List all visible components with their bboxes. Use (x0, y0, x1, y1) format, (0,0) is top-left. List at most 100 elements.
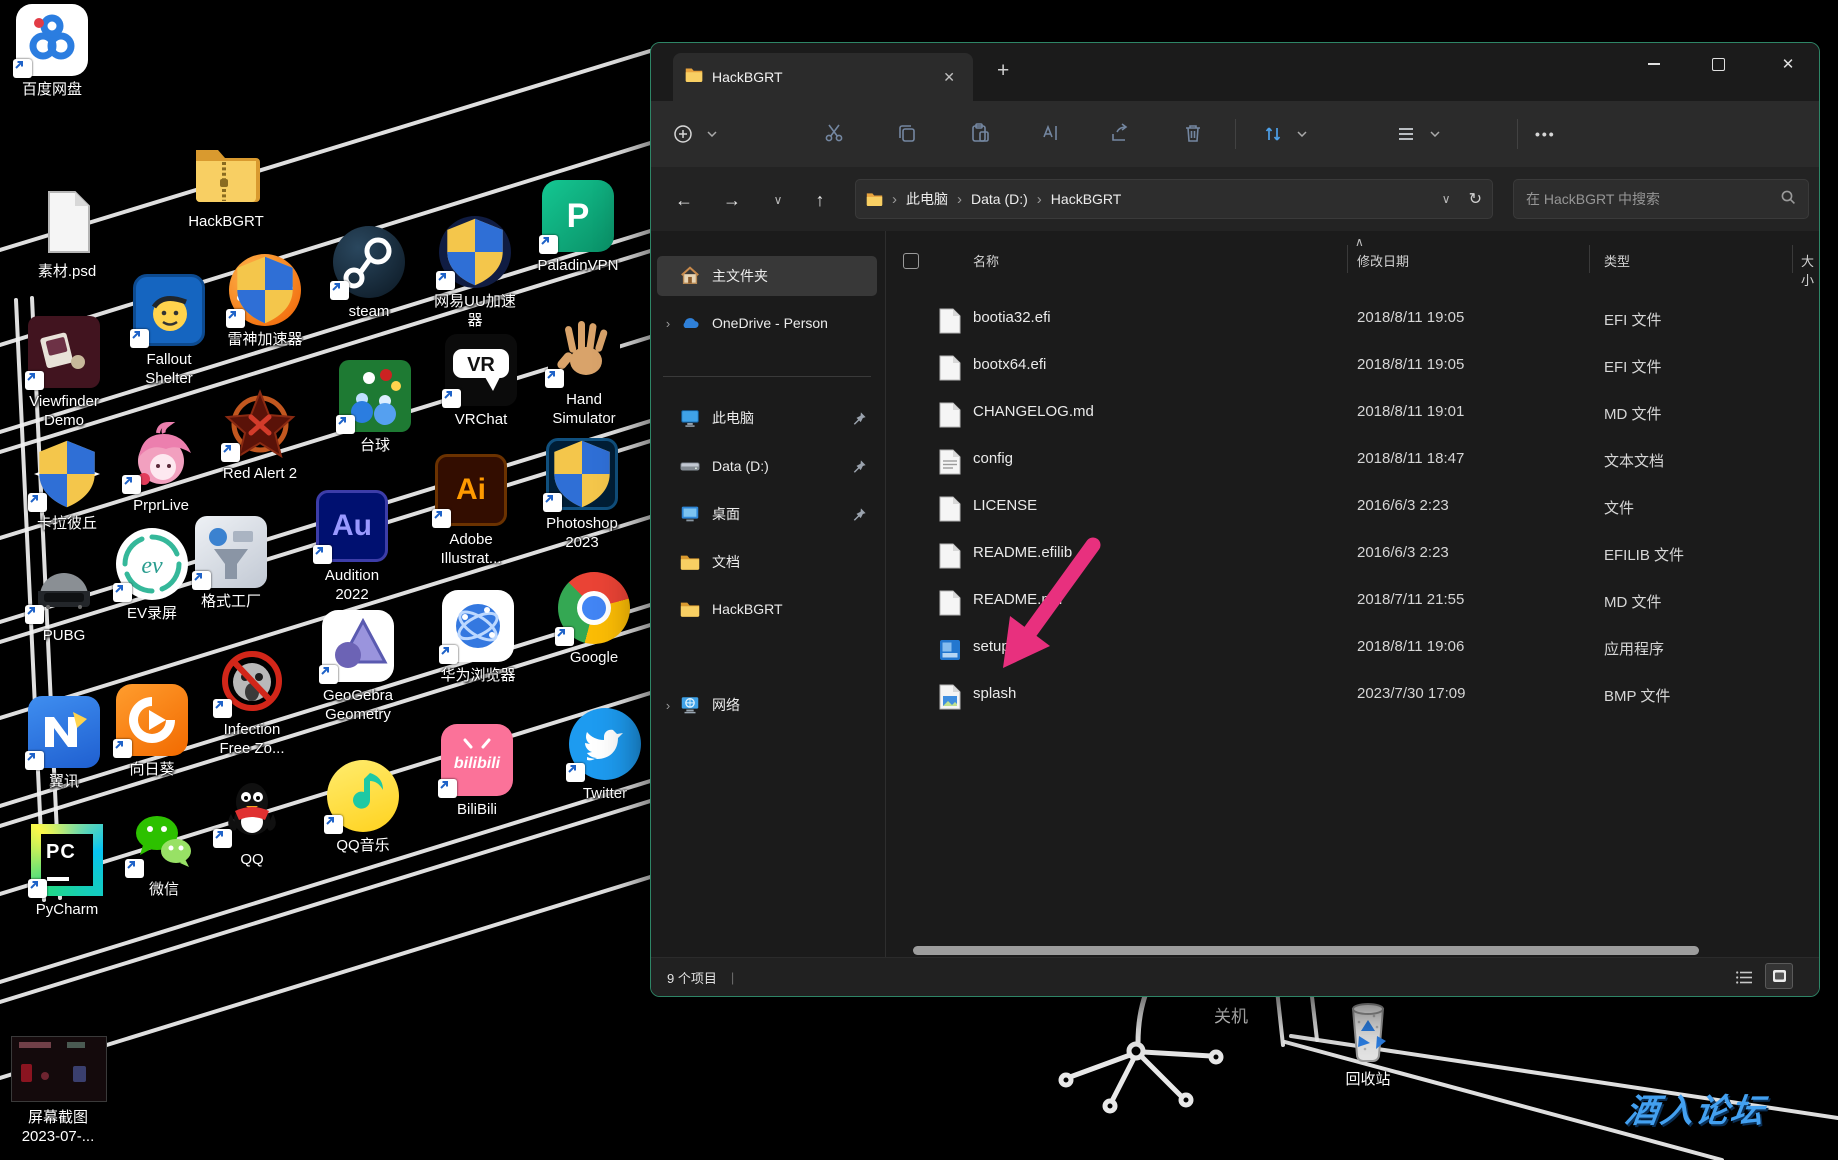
breadcrumb-item-2[interactable]: HackBGRT (1051, 191, 1122, 207)
file-row-config[interactable]: config 2018/8/11 18:47 文本文档 (887, 438, 1819, 485)
desktop-icon-twitter[interactable]: Twitter (550, 708, 660, 803)
expander-chevron-icon[interactable]: › (657, 698, 679, 713)
tab-close-icon[interactable]: ✕ (937, 67, 961, 88)
back-icon[interactable]: ← (669, 185, 699, 215)
breadcrumb-item-1[interactable]: Data (D:) (971, 191, 1028, 207)
search-input[interactable]: 在 HackBGRT 中搜索 (1513, 179, 1809, 219)
desktop-icon-vrchat[interactable]: VRVRChat (426, 334, 536, 429)
rename-button[interactable] (1039, 101, 1061, 167)
column-separator[interactable] (1347, 245, 1348, 273)
file-type: EFILIB 文件 (1604, 544, 1684, 565)
file-icon (939, 543, 961, 568)
paste-button[interactable] (969, 101, 991, 167)
file-row-LICENSE[interactable]: LICENSE 2016/6/3 2:23 文件 (887, 485, 1819, 532)
desktop-icon-steam[interactable]: steam (314, 226, 424, 321)
file-row-README.efilib[interactable]: README.efilib 2016/6/3 2:23 EFILIB 文件 (887, 532, 1819, 579)
desktop-icon-qq-music[interactable]: QQ音乐 (308, 760, 418, 855)
column-date[interactable]: 修改日期 (1357, 251, 1409, 270)
desktop-icon-photoshop-2023[interactable]: PsPhotoshop2023 (527, 438, 637, 552)
desktop-icon-geogebra-geometry[interactable]: GeoGebraGeometry (303, 610, 413, 724)
desktop-icon-sucai-psd[interactable]: 素材.psd (12, 186, 122, 281)
folder-icon (679, 598, 701, 620)
file-row-bootia32.efi[interactable]: bootia32.efi 2018/8/11 19:05 EFI 文件 (887, 297, 1819, 344)
desktop-icon-adobe-illustrator[interactable]: AiAdobeIllustrat... (416, 454, 526, 568)
minimize-button[interactable] (1624, 43, 1684, 85)
sort-button[interactable] (1263, 101, 1307, 167)
desktop-icon-recycle-bin[interactable]: 回收站 (1313, 994, 1423, 1089)
view-button[interactable] (1396, 101, 1440, 167)
file-row-bootx64.efi[interactable]: bootx64.efi 2018/8/11 19:05 EFI 文件 (887, 344, 1819, 391)
desktop-icon-audition-2022[interactable]: AuAudition2022 (297, 490, 407, 604)
column-name[interactable]: 名称 (973, 251, 999, 270)
desktop-icon-wechat[interactable]: 微信 (109, 804, 219, 899)
maximize-button[interactable] (1688, 43, 1748, 85)
qq-music-icon (327, 760, 399, 832)
tab-hackbgrt[interactable]: HackBGRT ✕ (673, 53, 973, 101)
up-icon[interactable]: ↑ (805, 185, 835, 215)
shortcut-arrow-icon (432, 509, 451, 528)
desktop-icon-paladin-vpn[interactable]: PPaladinVPN (523, 180, 633, 275)
desktop-icon-leishen[interactable]: 雷神加速器 (210, 254, 320, 349)
svg-text:ev: ev (141, 553, 163, 579)
delete-button[interactable] (1182, 101, 1204, 167)
sidebar-item-pc[interactable]: 此电脑 (657, 398, 877, 438)
sidebar-item-desktop[interactable]: 桌面 (657, 494, 877, 534)
column-size[interactable]: 大小 (1801, 251, 1819, 289)
desktop-icon-viewfinder-demo[interactable]: ViewfinderDemo (9, 316, 119, 430)
file-icon (939, 402, 961, 427)
breadcrumb[interactable]: ›此电脑›Data (D:)›HackBGRT∨↻ (855, 179, 1493, 219)
cut-button[interactable] (823, 101, 845, 167)
more-options-button[interactable]: ••• (1535, 101, 1556, 167)
sidebar-item-文档[interactable]: 文档 (657, 542, 877, 582)
desktop-icon-hand-simulator[interactable]: HandSimulator (529, 314, 639, 428)
select-all-checkbox[interactable] (903, 253, 919, 269)
file-icon (939, 449, 961, 474)
sidebar-item-HackBGRT[interactable]: HackBGRT (657, 589, 877, 629)
file-row-README.md[interactable]: README.md 2018/7/11 21:55 MD 文件 (887, 579, 1819, 626)
new-tab-button[interactable]: + (989, 59, 1017, 83)
file-row-splash[interactable]: splash 2023/7/30 17:09 BMP 文件 (887, 673, 1819, 720)
history-chevron-icon[interactable]: ∨ (763, 185, 793, 215)
desktop-icon-red-alert-2[interactable]: Red Alert 2 (205, 388, 315, 483)
address-chevron-icon[interactable]: ∨ (1442, 192, 1451, 206)
desktop-icon-screenshot-file[interactable]: 屏幕截图2023-07-... (0, 1032, 123, 1146)
new-button[interactable] (673, 101, 717, 167)
desktop-icon-fallout-shelter[interactable]: FalloutShelter (114, 274, 224, 388)
sidebar-item-home[interactable]: 主文件夹 (657, 256, 877, 296)
refresh-icon[interactable]: ↻ (1469, 189, 1482, 209)
sidebar-item-drive[interactable]: Data (D:) (657, 446, 877, 486)
desktop-icon-google-chrome[interactable]: Google (539, 572, 649, 667)
desktop-icon-infection-free-zone[interactable]: InfectionFree Zo... (197, 644, 307, 758)
desktop-icon-bilibili[interactable]: bilibiliBiliBili (422, 724, 532, 819)
desktop-icon-pycharm[interactable]: PCPyCharm (12, 824, 122, 919)
file-row-CHANGELOG.md[interactable]: CHANGELOG.md 2018/8/11 19:01 MD 文件 (887, 391, 1819, 438)
qq-icon (216, 774, 288, 846)
thumbnail-view-button[interactable] (1765, 963, 1793, 989)
sidebar-item-onedrive[interactable]: ›OneDrive - Person (657, 303, 877, 343)
copy-button[interactable] (896, 101, 918, 167)
details-view-button[interactable] (1731, 965, 1757, 989)
desktop-icon-billiards[interactable]: 台球 (320, 360, 430, 455)
sidebar-item-network[interactable]: ›网络 (657, 685, 877, 725)
horizontal-scrollbar[interactable] (913, 946, 1699, 955)
expander-chevron-icon[interactable]: › (657, 316, 679, 331)
column-separator[interactable] (1792, 245, 1793, 273)
desktop-icon-prprlive[interactable]: PrprLive (106, 420, 216, 515)
column-separator[interactable] (1589, 245, 1590, 273)
toolbar-separator (1235, 119, 1236, 149)
desktop-icon-huawei-browser[interactable]: 华为浏览器 (423, 590, 533, 685)
file-row-setup[interactable]: setup 2018/8/11 19:06 应用程序 (887, 626, 1819, 673)
desktop-icon-hackbgrt-zip[interactable]: HackBGRT (171, 136, 281, 231)
close-button[interactable]: ✕ (1758, 43, 1818, 85)
desktop-icon-baidu-netdisk[interactable]: 百度网盘 (0, 4, 107, 99)
breadcrumb-item-0[interactable]: 此电脑 (906, 189, 948, 209)
forward-icon[interactable]: → (717, 185, 747, 215)
desktop-icon-netease-uu[interactable]: 网易UU加速器 (420, 216, 530, 330)
shortcut-arrow-icon (442, 389, 461, 408)
desktop-icon-pubg[interactable]: PUBG (9, 550, 119, 645)
share-button[interactable] (1109, 101, 1131, 167)
column-type[interactable]: 类型 (1604, 251, 1630, 270)
desktop-icon-geshi-gongchang[interactable]: 格式工厂 (176, 516, 286, 611)
desktop-icon-yixun[interactable]: 翼讯 (9, 696, 119, 791)
desktop-icon-kalabiqiu[interactable]: 卡拉彼丘 (12, 438, 122, 533)
